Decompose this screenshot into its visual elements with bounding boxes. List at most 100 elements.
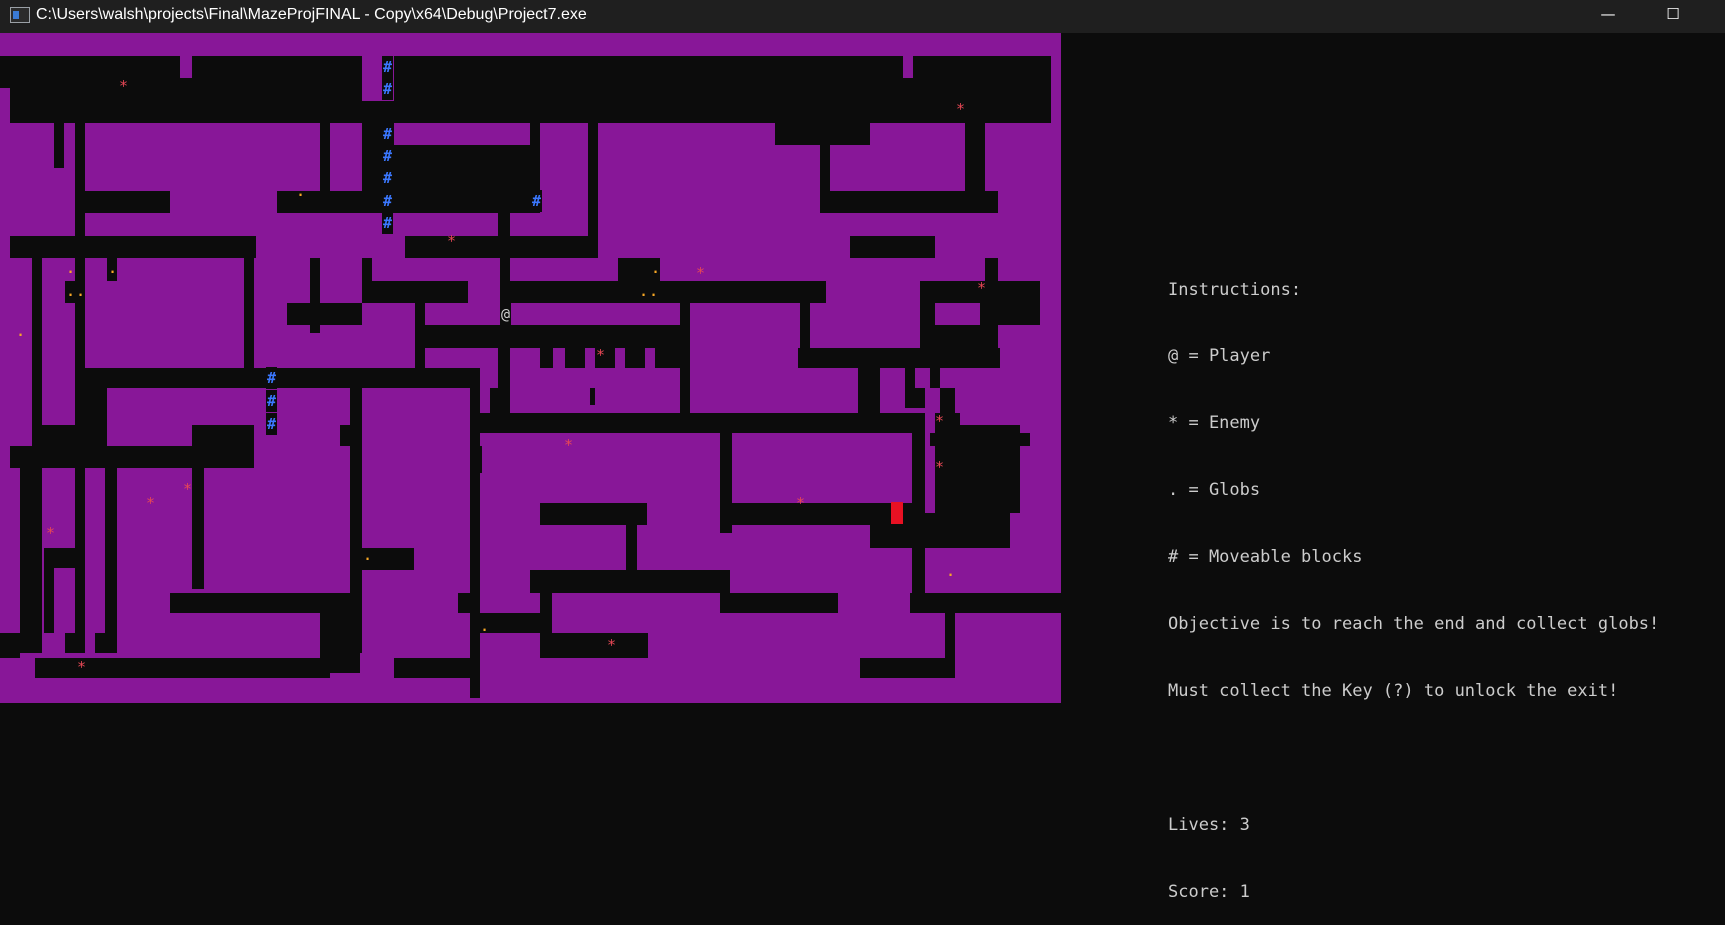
maze-wall	[720, 593, 838, 613]
glob: .	[76, 285, 85, 300]
maze-wall	[394, 78, 850, 101]
moveable-block: #	[531, 190, 542, 212]
glob: .	[66, 262, 75, 277]
maze-wall	[470, 388, 480, 698]
glob: .	[649, 285, 658, 300]
maze-board: # # # # # # # # # # # * * * * * * * * * * * * * * *............ @	[0, 33, 1061, 703]
maze-wall	[480, 413, 860, 433]
exit-door	[891, 502, 903, 524]
moveable-block: #	[382, 123, 393, 145]
maze-wall	[44, 548, 85, 568]
maze-wall	[340, 425, 350, 446]
maze-wall	[277, 191, 540, 213]
moveable-block: #	[382, 56, 393, 78]
enemy: *	[76, 658, 87, 676]
glob: .	[946, 565, 955, 580]
moveable-block: #	[382, 145, 393, 167]
enemy: *	[182, 480, 193, 498]
maze-wall	[95, 633, 107, 653]
score-line: Score: 1	[1168, 881, 1659, 903]
maze-wall	[498, 348, 510, 388]
maze-wall	[565, 348, 585, 368]
maze-wall	[905, 368, 915, 388]
lives-value: 3	[1239, 814, 1250, 835]
maze-wall	[54, 123, 64, 168]
maze-wall	[170, 593, 350, 613]
maze-wall	[20, 468, 42, 653]
maze-wall	[930, 368, 940, 388]
maze-wall	[0, 633, 20, 658]
moveable-block: #	[382, 190, 393, 212]
maximize-button[interactable]: ☐	[1650, 0, 1696, 30]
legend-blocks: # = Moveable blocks	[1168, 547, 1363, 568]
moveable-block: #	[382, 78, 393, 100]
maze-wall	[510, 281, 826, 303]
maze-wall	[394, 658, 478, 678]
instructions-heading: Instructions:	[1168, 279, 1302, 300]
player: @	[500, 303, 511, 325]
window-title-bar[interactable]: C:\Users\walsh\projects\Final\MazeProjFI…	[0, 0, 1725, 33]
maze-wall	[870, 368, 880, 388]
maze-wall	[540, 348, 553, 368]
enemy: *	[795, 494, 806, 512]
maze-wall	[192, 56, 362, 78]
objective-text: Objective is to reach the end and collec…	[1168, 614, 1660, 635]
maze-wall	[394, 145, 530, 168]
legend-player: @ = Player	[1168, 346, 1271, 367]
maze-wall	[85, 191, 170, 213]
console-app-icon	[10, 7, 30, 23]
maze-wall	[542, 633, 648, 658]
enemy: *	[145, 494, 156, 512]
maze-wall	[458, 593, 470, 613]
enemy: *	[934, 458, 945, 476]
maze-wall	[75, 368, 480, 388]
maze-wall	[192, 468, 204, 589]
enemy: *	[563, 436, 574, 454]
maze-wall	[44, 568, 54, 633]
moveable-block: #	[382, 167, 393, 189]
maze-wall	[415, 325, 690, 348]
maze-wall	[998, 303, 1040, 325]
maze-wall	[530, 570, 730, 593]
glob: .	[296, 185, 305, 200]
maze-wall	[955, 78, 1051, 101]
glob: .	[651, 262, 660, 277]
maze-wall	[910, 593, 1061, 613]
maze-wall	[945, 613, 955, 678]
maze-wall	[105, 468, 117, 653]
maze-wall	[10, 236, 256, 258]
maze-wall	[10, 101, 1051, 123]
enemy: *	[976, 279, 987, 297]
instructions-panel: Instructions: @ = Player * = Enemy . = G…	[1168, 234, 1659, 925]
minimize-button[interactable]: —	[1585, 0, 1631, 30]
maze-wall	[860, 658, 955, 678]
maze-wall	[394, 168, 540, 191]
maze-wall	[920, 325, 998, 348]
maze-wall	[870, 413, 925, 433]
glob: .	[108, 262, 117, 277]
maze-wall	[490, 388, 510, 413]
enemy: *	[934, 412, 945, 430]
maze-wall	[470, 446, 482, 473]
maze-wall	[626, 525, 637, 570]
maze-wall	[362, 281, 468, 303]
maze-wall	[287, 303, 362, 325]
glob: .	[363, 549, 372, 564]
maze-wall	[10, 446, 254, 468]
enemy: *	[446, 232, 457, 250]
lives-label: Lives:	[1168, 814, 1240, 835]
maze-wall	[905, 388, 925, 408]
maze-wall	[826, 191, 998, 213]
maze-wall	[860, 388, 880, 413]
moveable-block: #	[266, 390, 277, 412]
enemy: *	[595, 346, 606, 364]
maze-wall	[180, 78, 362, 101]
maze-wall	[192, 425, 254, 446]
glob: .	[16, 325, 25, 340]
enemy: *	[955, 100, 966, 118]
maze-wall	[540, 503, 647, 525]
maze-wall	[798, 348, 1000, 368]
panel-spacer	[1168, 747, 1659, 769]
score-value: 1	[1239, 881, 1250, 902]
maze-wall	[405, 236, 596, 258]
